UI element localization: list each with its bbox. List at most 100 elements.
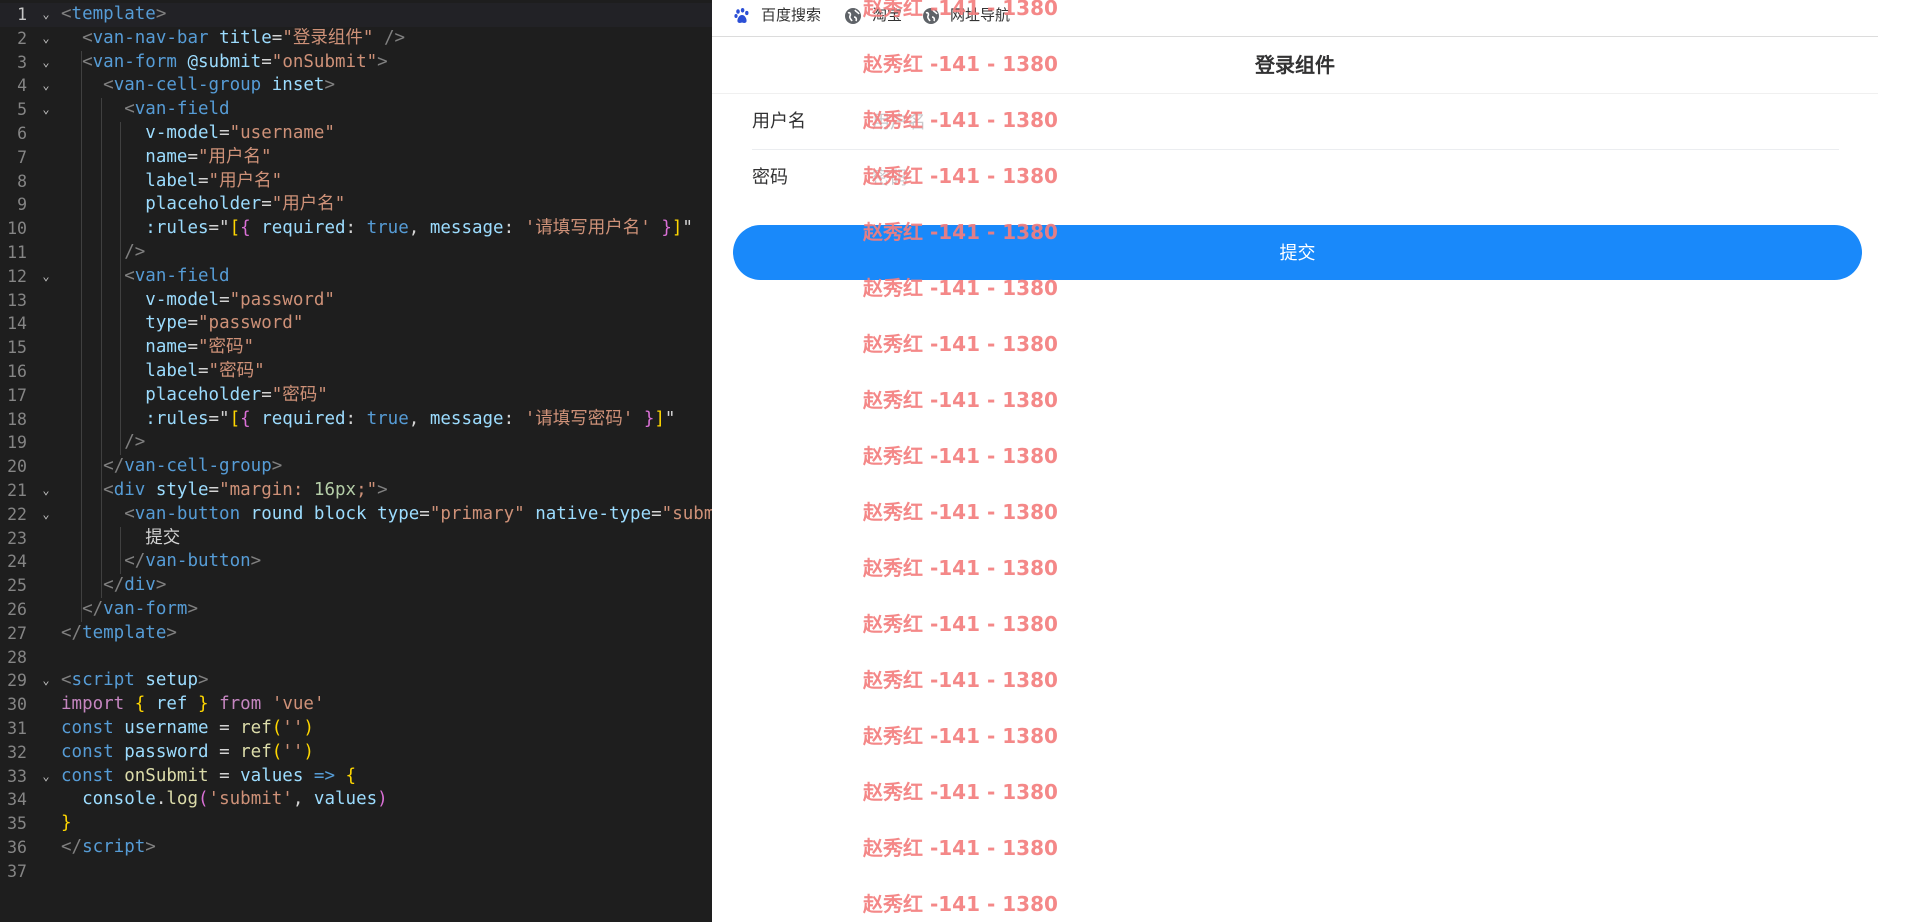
code-line[interactable]: 29 ⌄ <script setup> — [0, 669, 712, 693]
code-text: const onSubmit = values => { — [61, 765, 357, 786]
code-line[interactable]: 37 — [0, 860, 712, 884]
fold-chevron-icon[interactable]: ⌄ — [39, 27, 53, 51]
line-number: 31 — [7, 719, 27, 738]
code-text: placeholder="用户名" — [145, 194, 346, 215]
nav-bar-title: 登录组件 — [1255, 53, 1335, 77]
fold-chevron-icon[interactable]: ⌄ — [39, 74, 53, 98]
code-line[interactable]: 12 ⌄ <van-field — [0, 265, 712, 289]
password-input[interactable] — [872, 164, 1772, 192]
code-line[interactable]: 6 v-model="username" — [0, 122, 712, 146]
code-line[interactable]: 20 </van-cell-group> — [0, 455, 712, 479]
code-text: <van-field — [124, 265, 230, 286]
indent-guide — [81, 50, 82, 622]
line-number: 14 — [7, 314, 27, 334]
code-line[interactable]: 35} — [0, 812, 712, 836]
code-line[interactable]: 2 ⌄ <van-nav-bar title="登录组件" /> — [0, 27, 712, 51]
code-line[interactable]: 14 type="password" — [0, 312, 712, 336]
code-text: <van-field — [124, 99, 230, 120]
indent-guide — [120, 526, 121, 575]
code-line[interactable]: 16 label="密码" — [0, 360, 712, 384]
code-line[interactable]: 10 :rules="[{ required: true, message: '… — [0, 217, 712, 241]
line-number: 21 — [7, 481, 27, 500]
code-line[interactable]: 33 ⌄ const onSubmit = values => { — [0, 765, 712, 789]
watermark-text: 赵秀红 -141 - 1380 — [863, 388, 1058, 412]
code-text: <template> — [61, 4, 167, 24]
code-line[interactable]: 30 import { ref } from 'vue' — [0, 693, 712, 717]
line-number: 5 — [17, 100, 27, 120]
code-line[interactable]: 7 name="用户名" — [0, 146, 712, 170]
bookmark-taobao[interactable]: 淘宝 — [844, 4, 924, 26]
code-line[interactable]: 15 name="密码" — [0, 336, 712, 360]
fold-chevron-icon[interactable]: ⌄ — [39, 3, 53, 27]
line-number: 20 — [7, 457, 27, 477]
line-number: 17 — [7, 385, 27, 405]
code-text: console.log('submit', values) — [82, 789, 388, 810]
fold-chevron-icon[interactable]: ⌄ — [39, 479, 53, 503]
code-line[interactable]: 9 placeholder="用户名" — [0, 193, 712, 217]
username-cell: 用户名 — [752, 94, 1839, 149]
line-number: 19 — [7, 433, 27, 453]
bookmark-web-nav[interactable]: 网址导航 — [922, 4, 1042, 26]
code-line[interactable]: 32 const password = ref('') — [0, 741, 712, 765]
line-number: 33 — [7, 766, 27, 786]
bookmark-baidu[interactable]: 百度搜索 — [733, 4, 853, 26]
indent-guide — [120, 122, 121, 456]
code-line[interactable]: 34 console.log('submit', values) — [0, 788, 712, 812]
watermark-text: 赵秀红 -141 - 1380 — [863, 444, 1058, 468]
code-line[interactable]: 4 ⌄ <van-cell-group inset> — [0, 74, 712, 98]
line-number: 28 — [7, 647, 27, 667]
line-number: 6 — [17, 124, 27, 143]
code-line[interactable]: 5 ⌄ <van-field — [0, 98, 712, 122]
globe-icon — [844, 7, 862, 25]
line-number: 27 — [7, 623, 27, 643]
code-line[interactable]: 28 — [0, 646, 712, 670]
code-line[interactable]: 22 ⌄ <van-button round block type="primar… — [0, 503, 712, 527]
code-line[interactable]: 11 /> — [0, 241, 712, 265]
code-line[interactable]: 3 ⌄ <van-form @submit="onSubmit"> — [0, 51, 712, 75]
code-line[interactable]: 21 ⌄ <div style="margin: 16px;"> — [0, 479, 712, 503]
fold-chevron-icon[interactable]: ⌄ — [39, 503, 53, 527]
code-line[interactable]: 25 </div> — [0, 574, 712, 598]
bookmark-label: 网址导航 — [950, 6, 1011, 24]
code-text: </script> — [61, 837, 156, 857]
username-input[interactable] — [872, 108, 1772, 136]
submit-button[interactable]: 提交 — [733, 225, 1862, 280]
watermark-text: 赵秀红 -141 - 1380 — [863, 892, 1058, 916]
code-line[interactable]: 36 </script> — [0, 836, 712, 860]
line-number: 24 — [7, 552, 27, 572]
watermark-text: 赵秀红 -141 - 1380 — [863, 612, 1058, 636]
code-line[interactable]: 17 placeholder="密码" — [0, 384, 712, 408]
code-line[interactable]: 31 const username = ref('') — [0, 717, 712, 741]
code-text: label="用户名" — [145, 170, 283, 191]
watermark-text: 赵秀红 -141 - 1380 — [863, 724, 1058, 748]
code-editor[interactable]: 1 ⌄ <template> 2 ⌄ <van-nav-bar title="登录组件"… — [0, 0, 712, 922]
line-number: 26 — [7, 600, 27, 619]
fold-chevron-icon[interactable]: ⌄ — [39, 765, 53, 789]
code-line[interactable]: 18 :rules="[{ required: true, message: '… — [0, 408, 712, 432]
code-line[interactable]: 19 /> — [0, 431, 712, 455]
line-number: 3 — [17, 52, 27, 72]
code-text: import { ref } from 'vue' — [61, 694, 325, 715]
watermark-text: 赵秀红 -141 - 1380 — [863, 500, 1058, 524]
line-number: 16 — [7, 362, 27, 381]
code-text: } — [61, 813, 72, 834]
fold-chevron-icon[interactable]: ⌄ — [39, 669, 53, 693]
code-line[interactable]: 23 提交 — [0, 527, 712, 551]
password-cell: 密码 — [752, 150, 1839, 205]
code-text: <van-button round block type="primary" n… — [124, 503, 712, 524]
watermark-text: 赵秀红 -141 - 1380 — [863, 556, 1058, 580]
fold-chevron-icon[interactable]: ⌄ — [39, 265, 53, 289]
nav-bar: 登录组件 — [712, 37, 1878, 94]
code-line[interactable]: 8 label="用户名" — [0, 170, 712, 194]
fold-chevron-icon[interactable]: ⌄ — [39, 51, 53, 75]
bookmarks-bar: 百度搜索 淘宝 网址导航 — [712, 0, 1878, 37]
code-text: <van-cell-group inset> — [103, 75, 335, 96]
code-line[interactable]: 13 v-model="password" — [0, 289, 712, 313]
code-text: name="用户名" — [145, 146, 272, 167]
code-line[interactable]: 27 </template> — [0, 622, 712, 646]
fold-chevron-icon[interactable]: ⌄ — [39, 98, 53, 122]
code-line[interactable]: 24 </van-button> — [0, 550, 712, 574]
code-line[interactable]: 26 </van-form> — [0, 598, 712, 622]
indent-guide — [101, 98, 102, 598]
code-line[interactable]: 1 ⌄ <template> — [0, 3, 712, 27]
